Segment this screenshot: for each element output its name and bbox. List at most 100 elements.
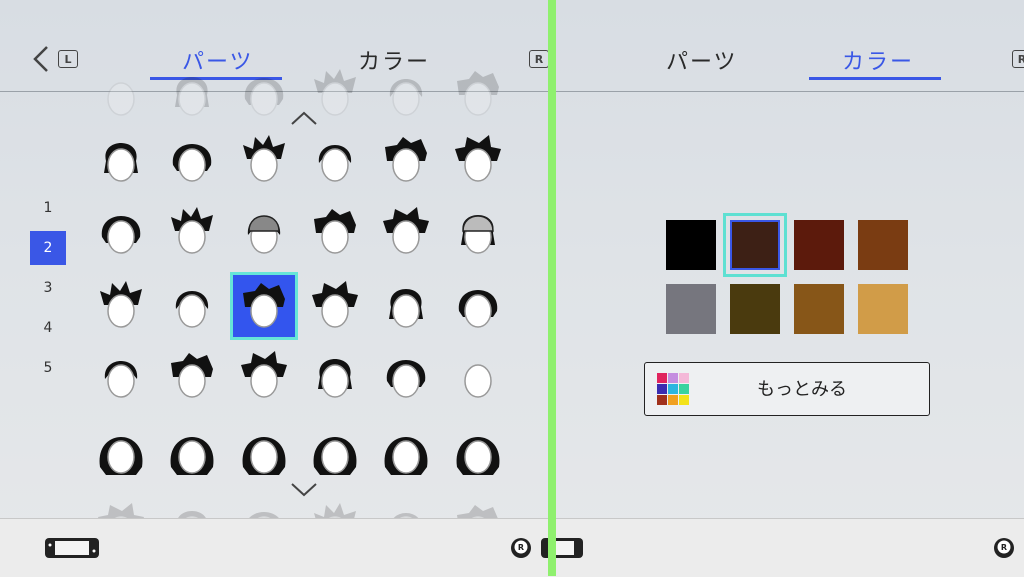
hairstyle-option[interactable] <box>230 342 298 410</box>
color-swatch[interactable] <box>666 220 716 270</box>
color-panel: パーツ カラー R もっとみる <box>556 0 1024 518</box>
r-stick-icon: R <box>994 538 1014 558</box>
hairstyle-option[interactable] <box>372 272 440 340</box>
hairstyle-silhouette-icon <box>461 215 495 254</box>
hairstyle-option[interactable] <box>230 418 298 486</box>
hairstyle-silhouette-icon <box>243 135 285 182</box>
hairstyle-option[interactable] <box>444 342 512 410</box>
hairstyle-silhouette-icon <box>100 281 142 328</box>
hairstyle-grid <box>0 0 548 518</box>
footer-bar: R R <box>0 518 1024 577</box>
color-swatch[interactable] <box>858 284 908 334</box>
hairstyle-option[interactable] <box>158 342 226 410</box>
r-button-icon: R <box>1012 50 1024 68</box>
hairstyle-silhouette-icon <box>104 143 138 182</box>
tab-parts[interactable]: パーツ <box>666 44 738 76</box>
header-divider <box>556 91 1024 92</box>
selected-swatch-border <box>730 220 780 270</box>
hairstyle-silhouette-icon <box>314 69 356 116</box>
hairstyle-silhouette-icon <box>101 216 141 254</box>
hairstyle-option[interactable] <box>87 342 155 410</box>
hairstyle-silhouette-icon <box>312 281 358 328</box>
hairstyle-silhouette-icon <box>99 437 143 475</box>
color-swatch[interactable] <box>794 284 844 334</box>
hairstyle-silhouette-icon <box>178 511 206 518</box>
hairstyle-option[interactable] <box>372 198 440 266</box>
hairstyle-option[interactable] <box>444 126 512 194</box>
hairstyle-option-partial <box>372 494 440 518</box>
hairstyle-option[interactable] <box>372 342 440 410</box>
hairstyle-option[interactable] <box>87 272 155 340</box>
hairstyle-option-partial <box>301 60 369 128</box>
color-swatch[interactable] <box>858 220 908 270</box>
hairstyle-option-partial <box>158 494 226 518</box>
r-stick-icon: R <box>511 538 531 558</box>
hairstyle-silhouette-icon <box>175 77 209 116</box>
hairstyle-silhouette-icon <box>249 512 279 518</box>
color-swatch[interactable] <box>730 284 780 334</box>
hairstyle-silhouette-icon <box>384 437 428 475</box>
hairstyle-option-partial <box>301 494 369 518</box>
hairstyle-option-partial <box>444 60 512 128</box>
hairstyle-silhouette-icon <box>318 359 352 398</box>
more-colors-button[interactable]: もっとみる <box>644 362 930 416</box>
handheld-console-icon <box>541 538 583 558</box>
hairstyle-silhouette-icon <box>98 503 144 518</box>
svg-text:R: R <box>1001 543 1007 552</box>
hairstyle-silhouette-icon <box>314 209 356 254</box>
hairstyle-option[interactable] <box>301 126 369 194</box>
more-colors-label: もっとみる <box>757 379 847 400</box>
tab-color[interactable]: カラー <box>842 44 914 76</box>
hairstyle-silhouette-icon <box>313 437 357 475</box>
hairstyle-silhouette-icon <box>386 360 426 398</box>
hairstyle-silhouette-icon <box>172 144 212 182</box>
hairstyle-silhouette-icon <box>247 215 281 254</box>
hairstyle-option-partial <box>158 60 226 128</box>
hairstyle-option-partial <box>87 60 155 128</box>
hairstyle-option[interactable] <box>158 126 226 194</box>
hairstyle-option-partial <box>372 60 440 128</box>
hairstyle-silhouette-icon <box>170 437 214 475</box>
hairstyle-silhouette-icon <box>393 513 419 518</box>
hairstyle-silhouette-icon <box>171 353 213 398</box>
hairstyle-option[interactable] <box>158 418 226 486</box>
hairstyle-option[interactable] <box>301 342 369 410</box>
hairstyle-option-partial <box>230 60 298 128</box>
hairstyle-silhouette-icon <box>457 505 498 518</box>
hairstyle-option-partial <box>87 494 155 518</box>
color-swatch[interactable] <box>794 220 844 270</box>
hairstyle-option[interactable] <box>230 198 298 266</box>
hairstyle-silhouette-icon <box>457 71 499 116</box>
parts-panel: L パーツ カラー R 12345 <box>0 0 548 518</box>
handheld-console-icon <box>45 538 99 558</box>
hairstyle-option[interactable] <box>230 272 298 340</box>
hairstyle-silhouette-icon <box>104 361 138 398</box>
hairstyle-option[interactable] <box>372 418 440 486</box>
hairstyle-option[interactable] <box>301 198 369 266</box>
hairstyle-option[interactable] <box>230 126 298 194</box>
hairstyle-option[interactable] <box>444 272 512 340</box>
hairstyle-option[interactable] <box>301 418 369 486</box>
hairstyle-option-partial <box>230 494 298 518</box>
color-swatch[interactable] <box>666 284 716 334</box>
hairstyle-option[interactable] <box>158 272 226 340</box>
hairstyle-silhouette-icon <box>458 290 498 328</box>
active-tab-underline <box>809 77 941 80</box>
hairstyle-option[interactable] <box>158 198 226 266</box>
hairstyle-option[interactable] <box>372 126 440 194</box>
hairstyle-option[interactable] <box>87 418 155 486</box>
svg-text:R: R <box>518 543 524 552</box>
hairstyle-silhouette-icon <box>107 82 135 116</box>
panel-divider <box>548 0 556 576</box>
hairstyle-option[interactable] <box>444 198 512 266</box>
hairstyle-silhouette-icon <box>389 79 423 116</box>
hairstyle-silhouette-icon <box>389 289 423 328</box>
color-swatch[interactable] <box>723 213 787 277</box>
hairstyle-silhouette-icon <box>464 364 492 398</box>
hairstyle-option[interactable] <box>301 272 369 340</box>
hairstyle-option[interactable] <box>87 198 155 266</box>
hairstyle-option[interactable] <box>87 126 155 194</box>
hairstyle-silhouette-icon <box>171 207 213 254</box>
hairstyle-silhouette-icon <box>243 283 285 328</box>
hairstyle-option[interactable] <box>444 418 512 486</box>
